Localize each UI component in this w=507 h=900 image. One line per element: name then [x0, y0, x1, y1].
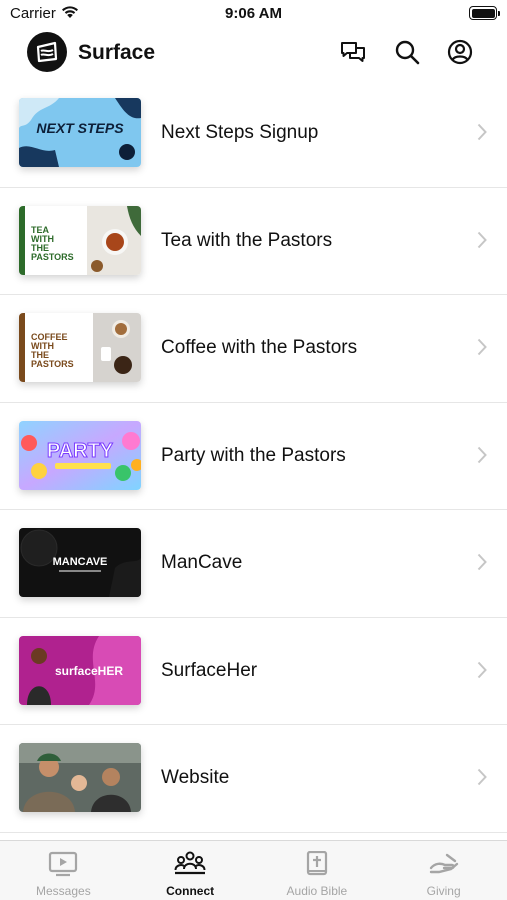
chevron-right-icon [477, 446, 487, 463]
chevron-right-icon [477, 553, 487, 571]
clock: 9:06 AM [225, 5, 282, 22]
list-item-website[interactable]: Website [0, 725, 507, 833]
search-icon[interactable] [393, 38, 421, 66]
mancave-thumbnail: MANCAVE [19, 528, 141, 597]
app-title: Surface [78, 41, 156, 64]
tab-label: Connect [166, 884, 215, 898]
chevron-right-icon [477, 338, 487, 356]
chat-icon[interactable] [339, 38, 367, 66]
group-icon [127, 851, 254, 877]
tv-play-icon [0, 851, 127, 877]
tab-bar: Messages Connect Audio Bible Giving [0, 840, 507, 900]
connect-list: NEXT STEPS Next Steps Signup TEA WITH TH… [0, 80, 507, 833]
chevron-right-icon [477, 231, 487, 248]
tab-giving[interactable]: Giving [380, 841, 507, 900]
list-item-label: Coffee with the Pastors [161, 337, 358, 358]
list-item-next-steps[interactable]: NEXT STEPS Next Steps Signup [0, 80, 507, 188]
surface-logo[interactable] [27, 32, 67, 72]
list-item-label: Tea with the Pastors [161, 229, 333, 251]
tab-label: Messages [36, 884, 91, 898]
chevron-right-icon [477, 123, 487, 141]
svg-text:NEXT STEPS: NEXT STEPS [36, 120, 124, 136]
coffee-thumbnail: COFFEE WITH THE PASTORS [19, 313, 141, 382]
status-bar: Carrier 9:06 AM [0, 0, 507, 28]
tab-audio-bible[interactable]: Audio Bible [254, 841, 381, 900]
surfaceher-thumbnail: surfaceHER [19, 635, 141, 705]
list-item-label: Website [161, 767, 230, 788]
app-header: Surface [0, 28, 507, 86]
svg-text:surfaceHER: surfaceHER [55, 664, 123, 678]
svg-text:PASTORS: PASTORS [31, 359, 74, 369]
battery-icon [469, 6, 500, 20]
list-item-label: Next Steps Signup [161, 122, 319, 143]
bible-icon [254, 851, 381, 877]
website-thumbnail [19, 743, 141, 812]
svg-text:PASTORS: PASTORS [31, 252, 74, 262]
profile-icon[interactable] [446, 38, 474, 66]
tea-thumbnail: TEA WITH THE PASTORS [19, 205, 141, 275]
party-thumbnail: PARTY [19, 420, 141, 490]
svg-text:PARTY: PARTY [47, 440, 114, 462]
chevron-right-icon [477, 768, 487, 786]
tab-messages[interactable]: Messages [0, 841, 127, 900]
chevron-right-icon [477, 661, 487, 678]
giving-hand-icon [380, 851, 507, 877]
list-item-coffee[interactable]: COFFEE WITH THE PASTORS Coffee with the … [0, 295, 507, 403]
tab-label: Audio Bible [286, 884, 348, 898]
svg-text:MANCAVE: MANCAVE [53, 556, 108, 568]
list-item-mancave[interactable]: MANCAVE ManCave [0, 510, 507, 618]
logo-mark-icon [36, 41, 58, 63]
tab-connect[interactable]: Connect [127, 841, 254, 900]
list-item-party[interactable]: PARTY Party with the Pastors [0, 403, 507, 510]
tab-label: Giving [426, 884, 461, 898]
next-steps-thumbnail: NEXT STEPS [19, 98, 141, 167]
list-item-label: SurfaceHer [161, 659, 258, 681]
list-item-tea[interactable]: TEA WITH THE PASTORS Tea with the Pastor… [0, 188, 507, 295]
list-item-label: ManCave [161, 552, 243, 573]
list-item-label: Party with the Pastors [161, 444, 346, 466]
list-item-surfaceher[interactable]: surfaceHER SurfaceHer [0, 618, 507, 725]
